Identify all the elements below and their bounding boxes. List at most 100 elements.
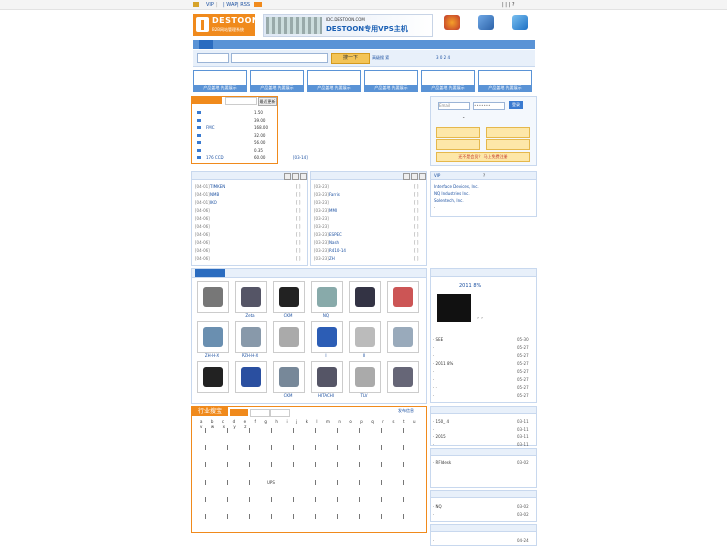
industry-link[interactable] — [293, 462, 294, 467]
list-item-name[interactable]: Farris — [329, 192, 340, 197]
product-thumb[interactable] — [387, 321, 419, 353]
list-item-name[interactable]: Nash — [329, 240, 339, 245]
member-shortcut-2[interactable] — [486, 127, 530, 138]
list-item-name[interactable]: NMB — [210, 192, 219, 197]
industry-link[interactable] — [205, 480, 206, 485]
nav-tab-home[interactable] — [199, 40, 213, 49]
list-item-name[interactable]: ESPEC — [329, 232, 342, 237]
list-item-name[interactable]: R410-14 — [329, 248, 346, 253]
site-logo[interactable]: DESTOON B2B网站管理系统 — [193, 14, 259, 36]
home-icon[interactable] — [193, 2, 199, 7]
wap-link[interactable]: | WAP — [223, 2, 237, 8]
publish-info-link[interactable]: 发布信息 — [398, 408, 414, 414]
industry-link[interactable] — [359, 480, 360, 485]
industry-link[interactable] — [359, 514, 360, 519]
news-item[interactable]: · — [433, 345, 434, 350]
industry-link[interactable] — [337, 428, 338, 433]
top-right-links[interactable]: | | | ? — [502, 2, 514, 8]
pause-icon[interactable] — [411, 173, 418, 180]
globe-icon[interactable] — [512, 15, 528, 30]
chevron-left-icon[interactable] — [403, 173, 410, 180]
product-thumb[interactable] — [197, 281, 229, 313]
news-image[interactable] — [437, 294, 471, 322]
tab-help[interactable]: ? — [483, 173, 485, 178]
industry-link[interactable] — [249, 480, 250, 485]
industry-link[interactable] — [249, 462, 250, 467]
industry-link[interactable] — [337, 445, 338, 450]
product-label[interactable]: Zeta — [235, 313, 265, 318]
search-input[interactable] — [231, 53, 328, 63]
product-thumb[interactable] — [349, 281, 381, 313]
register-notice[interactable]: 还不是会员？ 马上免费注册 — [436, 152, 530, 162]
industry-link[interactable] — [381, 462, 382, 467]
side-item[interactable]: · NQ — [433, 504, 442, 509]
price-filter-input[interactable] — [225, 97, 257, 105]
rss-icon[interactable] — [254, 2, 262, 7]
product-thumb[interactable] — [273, 321, 305, 353]
industry-link[interactable] — [315, 480, 316, 485]
industry-link[interactable] — [403, 462, 404, 467]
industry-link[interactable] — [337, 514, 338, 519]
industry-link[interactable] — [293, 428, 294, 433]
search-button[interactable]: 搜一下 — [331, 53, 370, 64]
industry-link[interactable] — [381, 497, 382, 502]
industry-link[interactable] — [293, 497, 294, 502]
product-label[interactable]: NQ — [311, 313, 341, 318]
industry-link[interactable] — [315, 514, 316, 519]
industry-link[interactable] — [337, 497, 338, 502]
industry-link[interactable] — [227, 514, 228, 519]
industry-link[interactable] — [271, 445, 272, 450]
side-item[interactable]: · — [433, 512, 434, 517]
ad-slot-3[interactable]: 产品盖地 先要展示 — [307, 70, 361, 92]
products-tab[interactable] — [195, 269, 225, 277]
product-label[interactable]: TLV — [349, 393, 379, 398]
chevron-left-icon[interactable] — [284, 173, 291, 180]
member-shortcut-4[interactable] — [486, 139, 530, 150]
tab-vip[interactable]: VIP — [434, 173, 440, 178]
news-item[interactable]: · 2011 8% — [433, 361, 453, 366]
product-thumb[interactable] — [349, 321, 381, 353]
price-panel-tab[interactable] — [192, 97, 222, 104]
industry-link[interactable] — [227, 428, 228, 433]
industry-link[interactable] — [249, 497, 250, 502]
trade-icon[interactable] — [444, 15, 460, 30]
industry-link[interactable] — [337, 480, 338, 485]
industry-link[interactable] — [205, 445, 206, 450]
industry-link[interactable] — [271, 428, 272, 433]
vip-item[interactable]: Interface Devices, Inc. — [434, 184, 479, 189]
side-item[interactable]: · RFIdesk — [433, 460, 451, 465]
industry-mid-label[interactable]: UPS — [267, 480, 275, 485]
industry-link[interactable] — [403, 480, 404, 485]
search-category-select[interactable] — [197, 53, 229, 63]
news-item[interactable]: · — [433, 353, 434, 358]
side-item[interactable]: · 2015 — [433, 434, 446, 439]
product-label[interactable]: CKM — [273, 393, 303, 398]
product-thumb[interactable] — [273, 361, 305, 393]
industry-link[interactable] — [271, 462, 272, 467]
login-button[interactable]: 登录 — [509, 101, 523, 109]
side-item[interactable]: · — [433, 538, 434, 543]
product-thumb[interactable] — [311, 281, 343, 313]
industry-link[interactable] — [249, 514, 250, 519]
industry-link[interactable] — [381, 445, 382, 450]
vip-item[interactable]: NQ Industries Inc. — [434, 191, 470, 196]
product-thumb[interactable] — [311, 361, 343, 393]
industry-link[interactable] — [315, 497, 316, 502]
email-field[interactable]: Email — [438, 102, 470, 110]
product-thumb[interactable] — [311, 321, 343, 353]
industry-tab-2[interactable] — [250, 409, 270, 417]
member-shortcut-1[interactable] — [436, 127, 480, 138]
side-item[interactable]: · — [433, 427, 434, 432]
industry-link[interactable] — [227, 497, 228, 502]
product-thumb[interactable] — [235, 361, 267, 393]
product-label[interactable]: HITACHI — [311, 393, 341, 398]
industry-link[interactable] — [205, 462, 206, 467]
product-label[interactable]: I — [311, 353, 341, 358]
industry-link[interactable] — [403, 428, 404, 433]
latest-update-button[interactable]: 最近更新 — [258, 97, 277, 106]
product-label[interactable]: PZH-H-X — [235, 353, 265, 358]
industry-link[interactable] — [249, 428, 250, 433]
industry-link[interactable] — [359, 428, 360, 433]
rss-link[interactable]: | RSS — [237, 2, 250, 8]
industry-tab-3[interactable] — [270, 409, 290, 417]
